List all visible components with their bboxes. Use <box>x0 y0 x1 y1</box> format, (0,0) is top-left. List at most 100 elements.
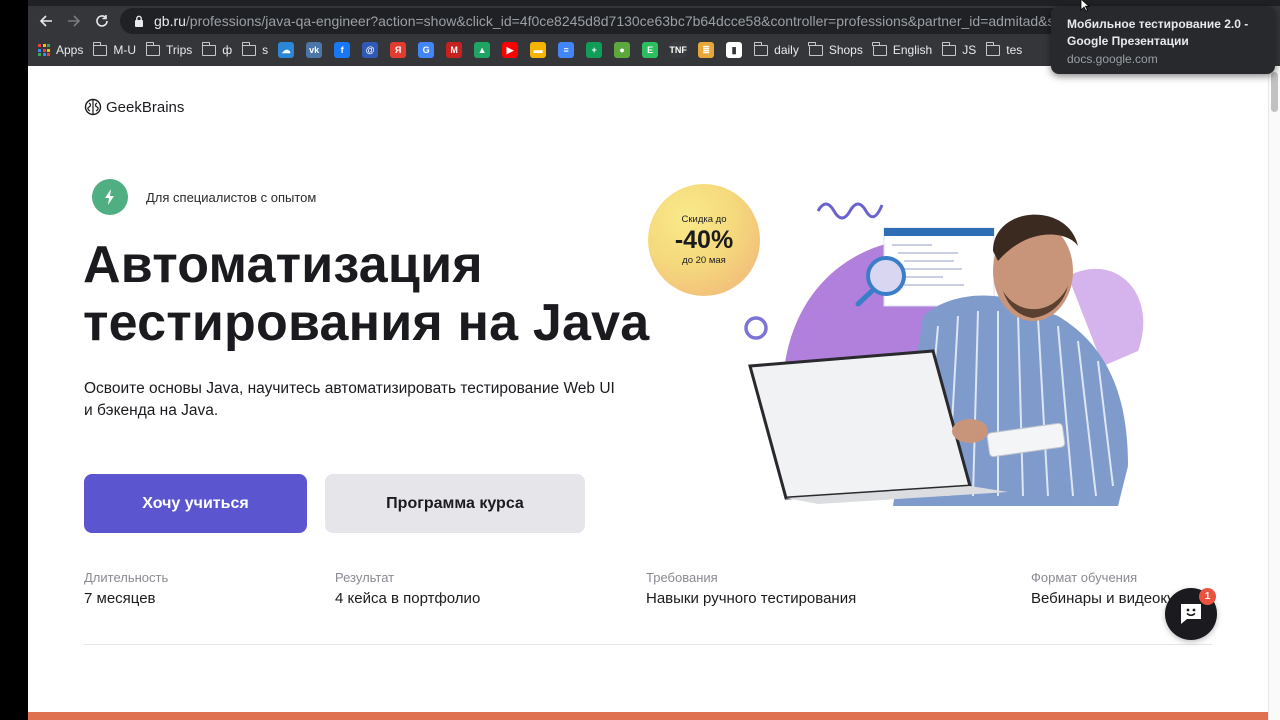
bookmark-folder-s[interactable]: s <box>241 41 269 57</box>
folder-icon <box>808 41 823 56</box>
favicon-onedrive-icon[interactable]: ☁ <box>278 42 295 58</box>
geekbrains-logo[interactable]: GeekBrains <box>84 98 184 116</box>
forward-button[interactable] <box>60 7 88 35</box>
favicon-green-circle-app-icon[interactable]: ● <box>614 42 631 58</box>
arrow-right-icon <box>68 15 81 27</box>
address-bar[interactable]: gb.ru/professions/java-qa-engineer?actio… <box>120 8 1150 34</box>
discount-value: -40% <box>674 226 734 254</box>
title-line-2: тестирования на Java <box>83 294 650 352</box>
fact-requirements: Требования Навыки ручного тестирования <box>646 570 856 608</box>
folder-icon <box>753 41 769 56</box>
scrollbar-thumb[interactable] <box>1271 72 1278 112</box>
fact-value: Навыки ручного тестирования <box>646 590 857 607</box>
brain-icon <box>84 98 102 116</box>
favicon-youtube-icon[interactable]: ▶ <box>502 42 519 58</box>
bookmark-label: M-U <box>113 43 137 57</box>
next-section-banner <box>28 712 1268 720</box>
back-button[interactable] <box>32 7 60 35</box>
page-scrollbar[interactable] <box>1268 66 1280 720</box>
bolt-badge <box>92 179 128 215</box>
logo-text: GeekBrains <box>106 98 185 116</box>
bookmark-folder-tes[interactable]: tes <box>985 41 1023 57</box>
favicon-facebook-icon[interactable]: f <box>334 42 351 58</box>
bookmark-folder-trips[interactable]: Trips <box>145 41 193 57</box>
discount-badge[interactable]: Скидка до -40% до 20 мая <box>648 184 760 296</box>
description-line-1: Освоите основы Java, научитесь автоматиз… <box>84 380 615 397</box>
bookmark-label: Trips <box>166 43 193 57</box>
bookmark-folder-js[interactable]: JS <box>941 41 977 57</box>
mouse-cursor-icon <box>1080 0 1090 12</box>
url-host: gb.ru <box>154 13 186 29</box>
reload-button[interactable] <box>88 7 116 35</box>
discount-caption: Скидка до <box>681 214 727 225</box>
folder-icon <box>941 41 957 56</box>
bookmark-folder-english[interactable]: English <box>872 41 933 57</box>
want-to-learn-button[interactable]: Хочу учиться <box>84 474 307 533</box>
title-line-1: Автоматизация <box>83 236 483 294</box>
squiggle-decoration <box>816 202 884 220</box>
favicon-google-docs-icon[interactable]: ≡ <box>558 42 575 58</box>
fact-label: Длительность <box>84 570 169 585</box>
bookmark-label: JS <box>962 43 977 57</box>
bookmark-folder-f[interactable]: ф <box>201 41 233 57</box>
bookmark-label: Apps <box>56 43 84 57</box>
bookmark-apps[interactable]: Apps <box>38 43 83 57</box>
fact-label: Формат обучения <box>1031 570 1138 585</box>
section-divider <box>84 644 1212 645</box>
arrow-left-icon <box>39 15 52 27</box>
bookmark-label: Shops <box>828 43 863 57</box>
favicon-vk-icon[interactable]: vk <box>306 42 323 58</box>
folder-icon <box>145 41 161 56</box>
favicon-bookmarks: ☁ vk f @ Я G M ▲ ▶ ▬ ≡ + ● E TNF ≣ ▮ <box>278 42 754 58</box>
favicon-google-drive-icon[interactable]: ▲ <box>474 42 491 58</box>
folder-icon <box>872 41 887 56</box>
favicon-stack-app-icon[interactable]: ≣ <box>698 42 715 58</box>
discount-deadline: до 20 мая <box>682 255 726 266</box>
tooltip-url: docs.google.com <box>1067 52 1158 66</box>
bookmark-folder-daily[interactable]: daily <box>753 41 799 57</box>
favicon-google-sheets-icon[interactable]: + <box>586 42 603 58</box>
description-line-2: и бэкенда на Java. <box>84 402 219 419</box>
reload-icon <box>96 15 108 27</box>
folder-icon <box>241 41 257 56</box>
fact-result: Результат 4 кейса в портфолио <box>335 570 480 608</box>
favicon-evernote-icon[interactable]: E <box>642 42 659 58</box>
fact-duration: Длительность 7 месяцев <box>84 570 168 608</box>
apps-grid-icon <box>38 44 50 56</box>
bookmark-tooltip: Мобильное тестирование 2.0 - Google През… <box>1051 6 1275 74</box>
fact-label: Требования <box>646 570 718 585</box>
bookmark-folder-m-u[interactable]: M-U <box>92 41 137 57</box>
bookmark-label: s <box>262 43 269 57</box>
bookmark-label: English <box>892 43 933 57</box>
laptop-icon <box>748 349 972 500</box>
web-page: GeekBrains Для специалистов с опытом Авт… <box>28 66 1268 720</box>
bookmark-folder-shops[interactable]: Shops <box>808 41 863 57</box>
fact-value: 7 месяцев <box>84 590 156 607</box>
folder-icon <box>92 41 108 56</box>
favicon-trello-like-icon[interactable]: ▮ <box>726 42 743 58</box>
lock-icon <box>132 14 146 28</box>
favicon-google-translate-icon[interactable]: G <box>418 42 435 58</box>
bookmark-label: daily <box>774 43 799 57</box>
fact-value: 4 кейса в портфолио <box>335 590 481 607</box>
bookmark-label: ф <box>222 43 233 57</box>
favicon-google-slides-icon[interactable]: ▬ <box>530 42 547 58</box>
folder-icon <box>985 41 1001 56</box>
fact-label: Результат <box>335 570 395 585</box>
lightning-icon <box>105 189 114 205</box>
screen: gb.ru/professions/java-qa-engineer?actio… <box>0 0 1280 720</box>
favicon-gmail-icon[interactable]: M <box>446 42 463 58</box>
ring-decoration <box>744 316 768 340</box>
course-program-button[interactable]: Программа курса <box>325 474 585 533</box>
favicon-tnf-icon[interactable]: TNF <box>669 42 687 58</box>
hero-description: Освоите основы Java, научитесь автоматиз… <box>84 378 644 422</box>
hero-illustration <box>744 202 1144 506</box>
tooltip-title: Мобильное тестирование 2.0 - Google През… <box>1067 17 1249 48</box>
audience-badge: Для специалистов с опытом <box>92 179 316 215</box>
favicon-mail-ru-icon[interactable]: @ <box>362 42 379 58</box>
page-title: Автоматизация тестирования на Java <box>83 236 649 352</box>
bookmark-label: tes <box>1006 43 1023 57</box>
audience-label: Для специалистов с опытом <box>146 189 317 205</box>
favicon-yandex-icon[interactable]: Я <box>390 42 407 58</box>
folder-icon <box>201 41 217 56</box>
